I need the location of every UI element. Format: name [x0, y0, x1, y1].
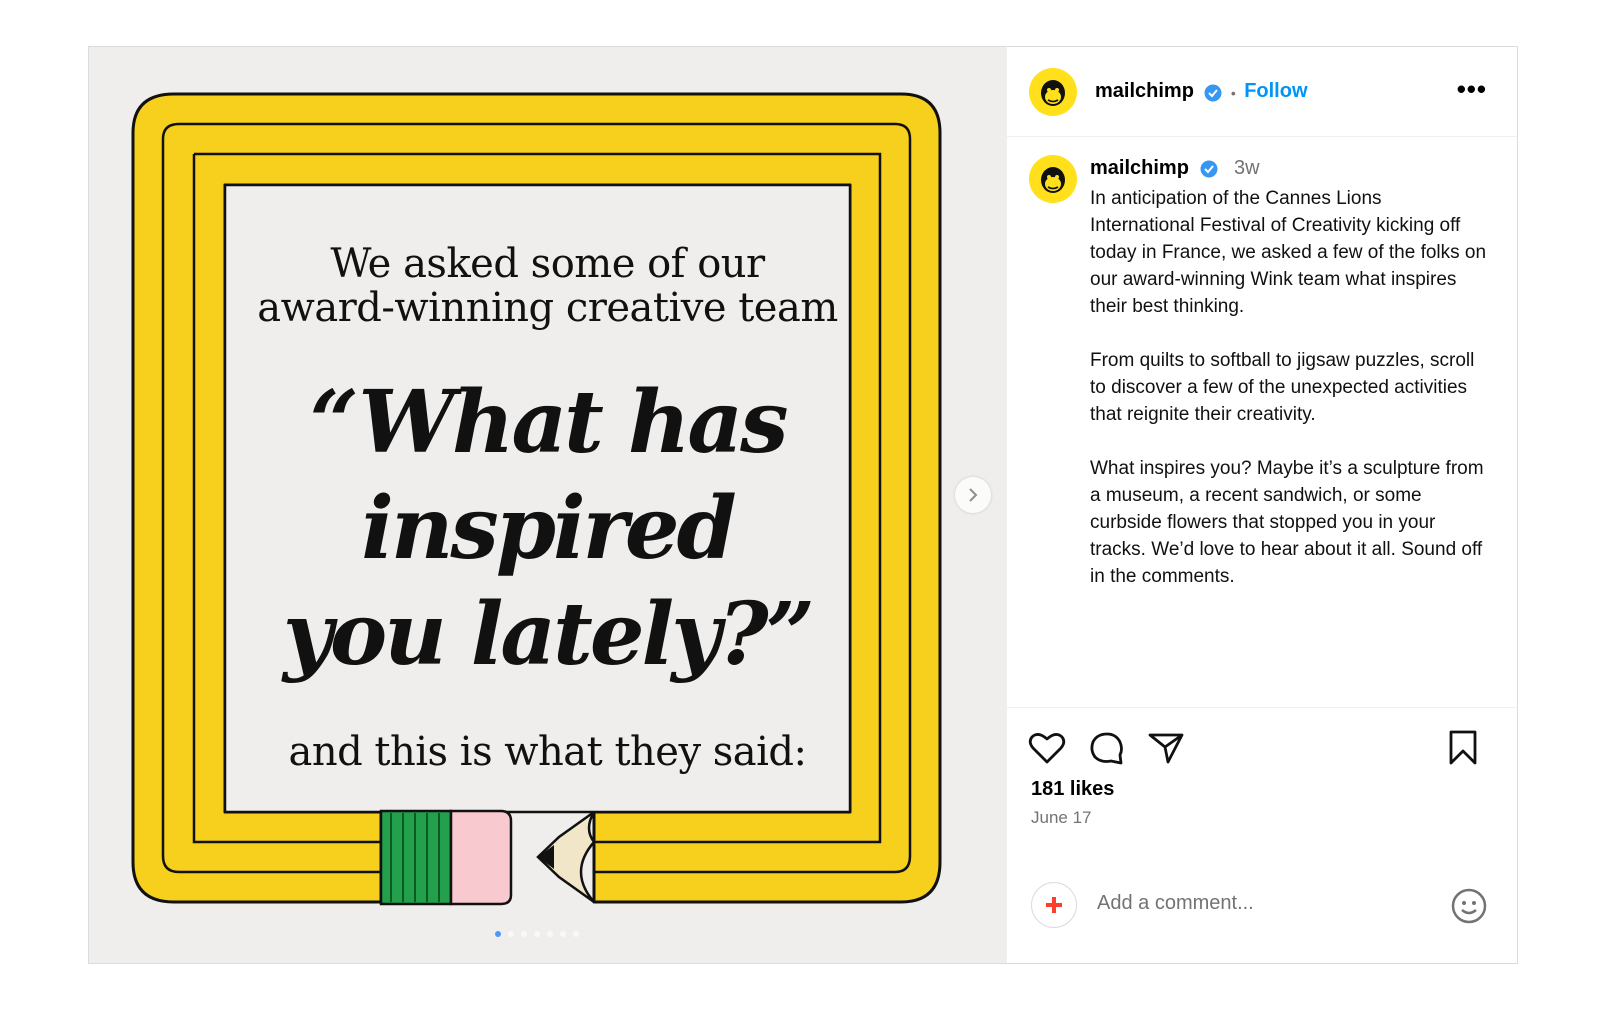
profile-avatar[interactable]: [1029, 68, 1077, 116]
caption-avatar[interactable]: [1029, 155, 1077, 203]
post-header: mailchimp • Follow •••: [1007, 47, 1517, 137]
post-actions: 181 likes June 17: [1007, 707, 1517, 963]
carousel-next-button[interactable]: [955, 477, 991, 513]
like-count[interactable]: 181 likes: [1031, 778, 1114, 801]
like-button[interactable]: [1027, 728, 1067, 768]
carousel-dot: [534, 931, 540, 937]
header-username[interactable]: mailchimp: [1095, 80, 1194, 102]
caption-timestamp[interactable]: 3w: [1234, 157, 1260, 179]
share-button[interactable]: [1146, 728, 1186, 768]
verified-badge-icon: [1200, 160, 1218, 178]
mailchimp-logo-icon: [1041, 167, 1065, 193]
carousel-dot: [495, 931, 501, 937]
carousel-dot: [547, 931, 553, 937]
carousel-dot: [560, 931, 566, 937]
carousel-dot: [508, 931, 514, 937]
mailchimp-logo-icon: [1041, 80, 1065, 106]
caption-username[interactable]: mailchimp: [1090, 157, 1189, 179]
follow-button[interactable]: Follow: [1244, 80, 1307, 102]
save-button[interactable]: [1443, 728, 1483, 768]
instagram-post: We asked some of our award-winning creat…: [88, 46, 1518, 964]
verified-badge-icon: [1204, 84, 1222, 102]
caption-text: In anticipation of the Cannes Lions Inte…: [1090, 188, 1487, 587]
heart-icon: [1028, 733, 1066, 764]
more-options-button[interactable]: •••: [1457, 76, 1487, 102]
comment-input[interactable]: [1097, 892, 1397, 915]
chevron-right-icon: [969, 488, 978, 502]
caption-header: mailchimp 3w: [1090, 157, 1260, 180]
image-line-2: award-winning creative team: [257, 285, 838, 331]
comment-bar: [1007, 856, 1517, 946]
carousel-dot: [521, 931, 527, 937]
comment-button[interactable]: [1087, 728, 1127, 768]
post-sidebar: mailchimp • Follow ••• mailchimp 3w In a…: [1006, 47, 1517, 963]
post-image[interactable]: We asked some of our award-winning creat…: [89, 47, 1006, 963]
comment-icon: [1090, 732, 1123, 765]
carousel-indicator: [495, 931, 579, 937]
image-line-3: and this is what they said:: [288, 729, 807, 775]
caption-section: mailchimp 3w In anticipation of the Cann…: [1007, 137, 1517, 707]
image-heading: We asked some of our award-winning creat…: [89, 242, 1006, 330]
post-date: June 17: [1031, 808, 1092, 827]
bookmark-icon: [1449, 730, 1477, 765]
emoji-icon[interactable]: [1451, 888, 1487, 924]
share-icon: [1148, 733, 1184, 764]
image-quote-text: “What has inspired you lately?”: [282, 372, 815, 685]
image-line-1: We asked some of our: [330, 241, 765, 287]
carousel-dot: [573, 931, 579, 937]
header-line: mailchimp • Follow: [1095, 80, 1308, 103]
user-logo-icon: [1046, 897, 1062, 913]
image-quote: “What has inspired you lately?”: [89, 370, 1006, 688]
current-user-avatar: [1031, 882, 1077, 928]
header-separator: •: [1230, 84, 1236, 101]
